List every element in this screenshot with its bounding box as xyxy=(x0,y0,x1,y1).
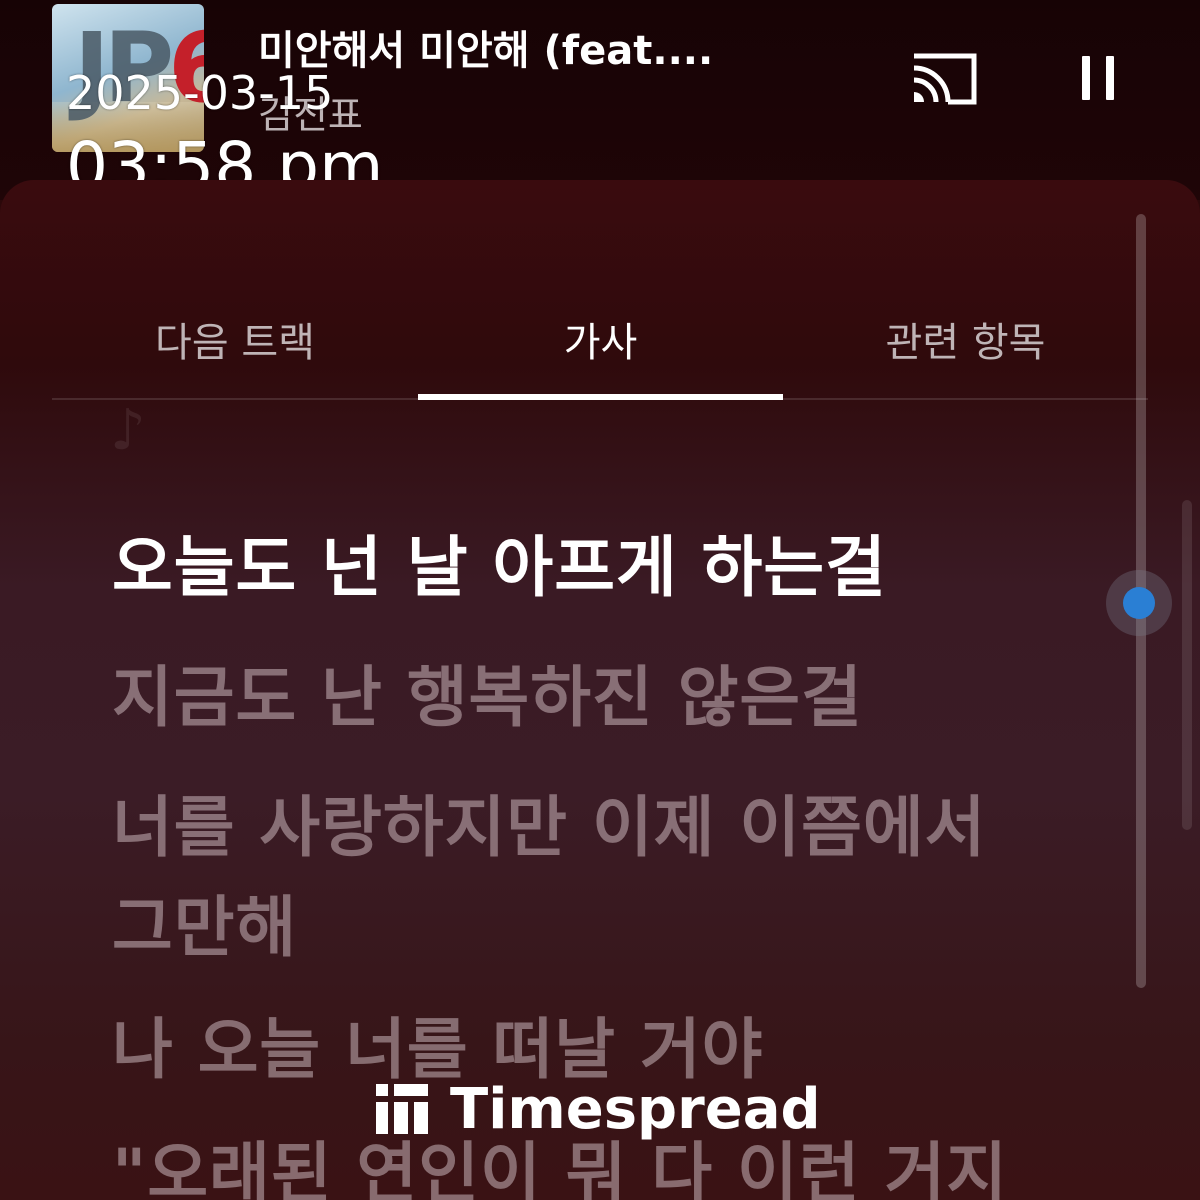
now-playing-bar[interactable]: JP6 미안해서 미안해 (feat.... 김진표 2025-03-15 03… xyxy=(0,0,1200,205)
cast-icon xyxy=(913,53,977,105)
lyric-line[interactable]: 지금도 난 행복하진 않은걸 xyxy=(112,644,863,740)
watermark-text: Timespread xyxy=(450,1076,821,1142)
active-tab-indicator xyxy=(418,394,783,400)
page-scrollbar[interactable] xyxy=(1182,500,1192,830)
tab-lyrics[interactable]: 가사 xyxy=(418,280,783,398)
pause-button[interactable] xyxy=(1070,56,1120,102)
lyric-line-current[interactable]: 오늘도 넌 날 아프게 하는걸 xyxy=(112,514,887,610)
pause-icon-bar xyxy=(1106,56,1114,100)
scroll-handle[interactable] xyxy=(1123,587,1155,619)
music-note-icon: ♪ xyxy=(110,398,146,463)
lyric-line[interactable]: 너를 사랑하지만 이제 이쯤에서 xyxy=(112,774,986,870)
timespread-logo-icon xyxy=(376,1084,428,1134)
lyric-line[interactable]: 그만해 xyxy=(112,874,297,970)
tab-related[interactable]: 관련 항목 xyxy=(783,280,1148,398)
tab-bar: 다음 트랙 가사 관련 항목 xyxy=(52,280,1148,400)
lyrics-panel: 다음 트랙 가사 관련 항목 ♪ 오늘도 넌 날 아프게 하는걸 지금도 난 행… xyxy=(0,180,1200,1200)
cast-button[interactable] xyxy=(908,52,980,108)
pause-icon xyxy=(1082,56,1090,100)
watermark: Timespread xyxy=(376,1074,821,1144)
tab-up-next[interactable]: 다음 트랙 xyxy=(52,280,418,398)
date-overlay: 2025-03-15 xyxy=(66,66,334,120)
